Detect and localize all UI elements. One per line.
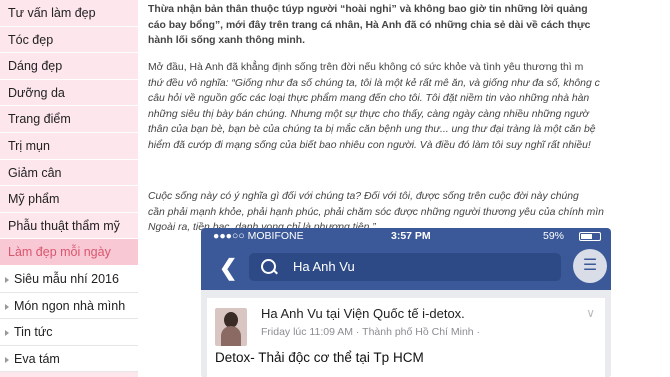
avatar[interactable]: [215, 308, 247, 346]
back-icon[interactable]: ❮: [219, 255, 237, 281]
paragraph-line: những siêu thị bày bán chúng. Nhưng một …: [148, 108, 589, 120]
sidebar-item-duong-da[interactable]: Dưỡng da: [0, 80, 138, 107]
chevron-down-icon[interactable]: ∨: [586, 306, 595, 320]
paragraph-line: Cuộc sống này có ý nghĩa gì đối với chún…: [148, 191, 579, 202]
search-field[interactable]: Ha Anh Vu: [249, 253, 561, 281]
article-content: Thừa nhận bản thân thuộc túyp người “hoà…: [148, 0, 670, 377]
battery-icon: [579, 232, 601, 241]
sidebar-item-my-pham[interactable]: Mỹ phẩm: [0, 186, 138, 213]
article-intro: Thừa nhận bản thân thuộc túyp người “hoà…: [148, 2, 590, 49]
sidebar-item-toc-dep[interactable]: Tóc đẹp: [0, 27, 138, 54]
intro-line: hành lối sống xanh thông minh.: [148, 35, 306, 46]
sidebar-item-lam-dep-moi-ngay[interactable]: Làm đẹp mỗi ngày: [0, 239, 138, 266]
facebook-screenshot: ●●●○○ MOBIFONE 3:57 PM 59% ❮ Ha Anh Vu ☰…: [201, 228, 611, 377]
sidebar-item-giam-can[interactable]: Giảm cân: [0, 160, 138, 187]
sidebar-item-eva-tam[interactable]: Eva tám: [0, 345, 138, 373]
sidebar-item-sieu-mau-nhi[interactable]: Siêu mẫu nhí 2016: [0, 265, 138, 293]
battery-level: 59%: [543, 230, 565, 242]
paragraph-line: Mở đầu, Hà Anh đã khẳng định sống trên đ…: [148, 62, 584, 73]
paragraph-line: câu hỏi về nguồn gốc các loại thực phẩm …: [148, 93, 590, 104]
sidebar-item-mon-ngon-nha-minh[interactable]: Món ngon nhà mình: [0, 292, 138, 320]
paragraph-line: thân của bạn bè, bạn bè của chúng ta bị …: [148, 124, 596, 135]
search-icon: [261, 259, 276, 274]
facebook-post: Ha Anh Vu tại Viện Quốc tế i-detox. Frid…: [207, 298, 605, 377]
post-body: Detox- Thải độc cơ thể tại Tp HCM: [215, 350, 424, 365]
sidebar-item-trang-diem[interactable]: Trang điểm: [0, 106, 138, 133]
paragraph-line: cần phải mạnh khỏe, phải hạnh phúc, phải…: [148, 206, 604, 218]
intro-line: cáo bay bổng”, mới đây trên trang cá nhâ…: [148, 19, 591, 31]
facebook-nav-bar: ❮ Ha Anh Vu ☰: [201, 245, 611, 290]
carrier-label: ●●●○○ MOBIFONE: [213, 230, 304, 242]
post-author[interactable]: Ha Anh Vu tại Viện Quốc tế i-detox.: [261, 306, 465, 321]
sidebar-item-tri-mun[interactable]: Trị mụn: [0, 133, 138, 160]
intro-line: Thừa nhận bản thân thuộc túyp người “hoà…: [148, 4, 588, 15]
clock: 3:57 PM: [391, 230, 431, 242]
search-query: Ha Anh Vu: [293, 259, 355, 274]
category-sidebar: Tư vấn làm đẹp Tóc đẹp Dáng đẹp Dưỡng da…: [0, 0, 138, 377]
news-feed: Ha Anh Vu tại Viện Quốc tế i-detox. Frid…: [201, 290, 611, 377]
sidebar-item-tin-tuc[interactable]: Tin tức: [0, 319, 138, 346]
paragraph-line: hiểm đã cướp đi mạng sống của biết bao n…: [148, 139, 591, 151]
phone-status-bar: ●●●○○ MOBIFONE 3:57 PM 59%: [201, 228, 611, 245]
sidebar-item-dang-dep[interactable]: Dáng đẹp: [0, 53, 138, 80]
sidebar-item-tu-van-lam-dep[interactable]: Tư vấn làm đẹp: [0, 0, 138, 27]
friend-request-icon[interactable]: ☰: [573, 249, 607, 283]
post-meta: Friday lúc 11:09 AM · Thành phố Hồ Chí M…: [261, 326, 481, 338]
article-paragraph-2: Mở đầu, Hà Anh đã khẳng định sống trên đ…: [148, 60, 600, 153]
paragraph-line: thứ đều vô nghĩa: “Giống như đa số chúng…: [148, 77, 600, 89]
sidebar-item-phau-thuat-tham-my[interactable]: Phẫu thuật thẩm mỹ: [0, 213, 138, 240]
